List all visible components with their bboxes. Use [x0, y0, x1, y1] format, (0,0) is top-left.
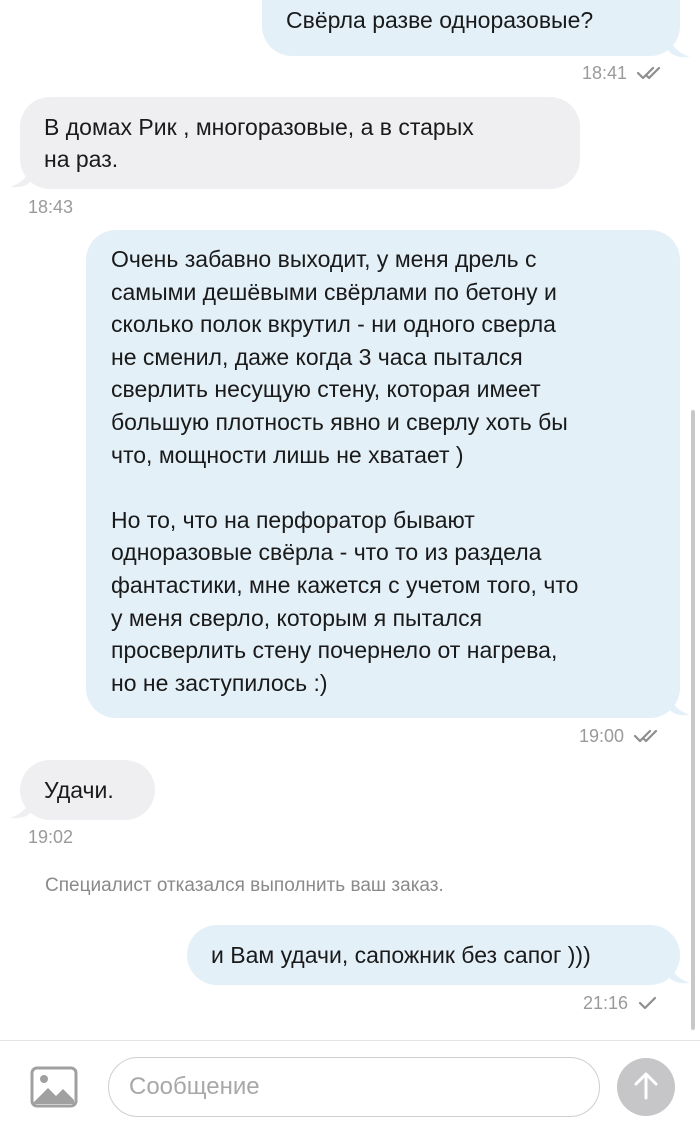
bubble-tail	[668, 36, 690, 58]
arrow-up-icon	[633, 1071, 659, 1104]
message-meta: 19:00	[579, 726, 660, 746]
message-time: 21:16	[583, 993, 629, 1013]
bubble-tail	[668, 962, 690, 984]
message-time: 19:00	[579, 726, 625, 746]
message-input[interactable]	[108, 1057, 600, 1117]
check-icon	[638, 996, 658, 1010]
message-bubble-outgoing[interactable]: Свёрла разве одноразовые?	[262, 0, 680, 56]
scrollbar[interactable]	[691, 410, 695, 1030]
message-bubble-outgoing[interactable]: Очень забавно выходит, у меня дрель с са…	[86, 230, 680, 718]
system-notice: Специалист отказался выполнить ваш заказ…	[45, 875, 444, 896]
message-time: 19:02	[28, 827, 74, 847]
message-bubble-incoming[interactable]: В домах Рик , многоразовые, а в старых н…	[20, 97, 580, 189]
send-button[interactable]	[617, 1058, 675, 1116]
bubble-tail	[10, 797, 32, 819]
double-check-icon	[634, 729, 660, 743]
message-time: 18:41	[582, 63, 628, 83]
composer-bar	[0, 1040, 700, 1136]
bubble-tail	[10, 166, 32, 188]
message-meta: 19:02	[28, 827, 73, 847]
message-time: 18:43	[28, 197, 74, 217]
bubble-tail	[668, 694, 690, 716]
image-icon[interactable]	[30, 1066, 78, 1108]
double-check-icon	[637, 66, 663, 80]
message-bubble-incoming[interactable]: Удачи.	[20, 760, 155, 820]
message-meta: 21:16	[583, 993, 658, 1013]
message-meta: 18:43	[28, 197, 73, 217]
message-meta: 18:41	[582, 63, 663, 83]
chat-thread: Свёрла разве одноразовые? 18:41 В домах …	[0, 0, 700, 1040]
message-bubble-outgoing[interactable]: и Вам удачи, сапожник без сапог )))	[187, 925, 680, 985]
